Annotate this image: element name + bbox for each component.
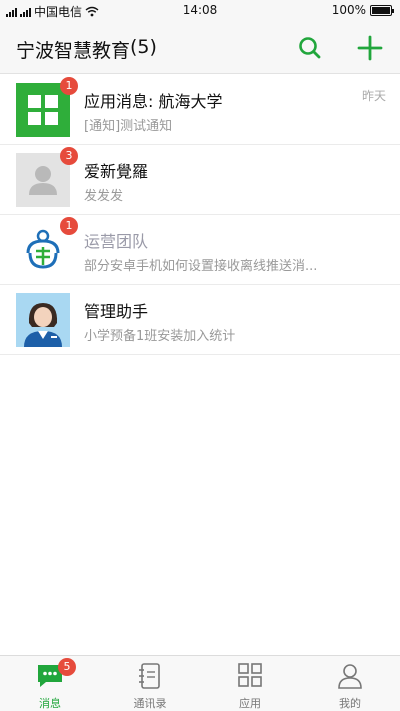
conversation-row[interactable]: 1 应用消息: 航海大学 [通知]测试通知 昨天 — [0, 75, 400, 145]
conversation-name: 运营团队 — [84, 232, 149, 251]
conversation-preview: 小学预备1班安装加入统计 — [84, 329, 236, 344]
add-button[interactable] — [356, 34, 384, 62]
battery-percent: 100% — [331, 3, 366, 17]
conversation-row[interactable]: 3 爱新覺羅 发发发 — [0, 145, 400, 215]
conversation-name: 爱新覺羅 — [84, 162, 149, 181]
contacts-book-icon — [139, 663, 160, 689]
unread-badge: 1 — [60, 77, 78, 95]
tab-me[interactable]: 我的 — [300, 656, 400, 711]
avatar — [16, 293, 70, 347]
apps-grid-icon — [238, 663, 262, 687]
search-icon — [299, 37, 321, 59]
conversation-preview: 部分安卓手机如何设置接收离线推送消... — [84, 259, 318, 274]
avatar: 3 — [16, 147, 78, 207]
conversation-name: 管理助手 — [84, 302, 149, 321]
unread-badge: 1 — [60, 217, 78, 235]
conversation-name: 应用消息: 航海大学 — [84, 92, 223, 111]
conversation-list: 1 应用消息: 航海大学 [通知]测试通知 昨天 3 爱新覺羅 发发发 1 运营… — [0, 75, 400, 355]
battery-icon — [370, 4, 394, 16]
screen: 中国电信 14:08 100% 宁波智慧教育 (5) 1 应用消息: 航海大学 … — [0, 0, 400, 711]
avatar: 1 — [16, 77, 78, 137]
unread-badge: 3 — [60, 147, 78, 165]
unread-total: (5) — [130, 36, 157, 58]
page-title-text: 宁波智慧教育 — [16, 40, 131, 62]
tab-badge: 5 — [58, 658, 76, 676]
tab-bar: 5 消息 通讯录 应用 我的 — [0, 655, 400, 711]
conversation-preview: [通知]测试通知 — [84, 119, 173, 134]
tab-apps[interactable]: 应用 — [200, 656, 300, 711]
tab-messages[interactable]: 5 消息 — [0, 656, 100, 711]
tab-label: 消息 — [39, 697, 61, 710]
assistant-avatar-icon — [16, 293, 70, 347]
conversation-row[interactable]: 1 运营团队 部分安卓手机如何设置接收离线推送消... — [0, 215, 400, 285]
search-button[interactable] — [296, 34, 324, 62]
avatar: 1 — [16, 217, 78, 277]
status-right: 100% — [331, 3, 394, 17]
status-bar: 中国电信 14:08 100% — [0, 0, 400, 22]
app-header: 宁波智慧教育 (5) — [0, 22, 400, 74]
tab-label: 我的 — [339, 697, 361, 710]
plus-icon — [357, 35, 383, 61]
page-title: 宁波智慧教育 (5) — [16, 36, 157, 63]
conversation-preview: 发发发 — [84, 189, 124, 204]
tab-label: 应用 — [239, 697, 261, 710]
conversation-row[interactable]: 管理助手 小学预备1班安装加入统计 — [0, 285, 400, 355]
conversation-time: 昨天 — [361, 89, 386, 103]
person-icon — [338, 664, 362, 689]
tab-label: 通讯录 — [133, 697, 167, 710]
tab-contacts[interactable]: 通讯录 — [100, 656, 200, 711]
